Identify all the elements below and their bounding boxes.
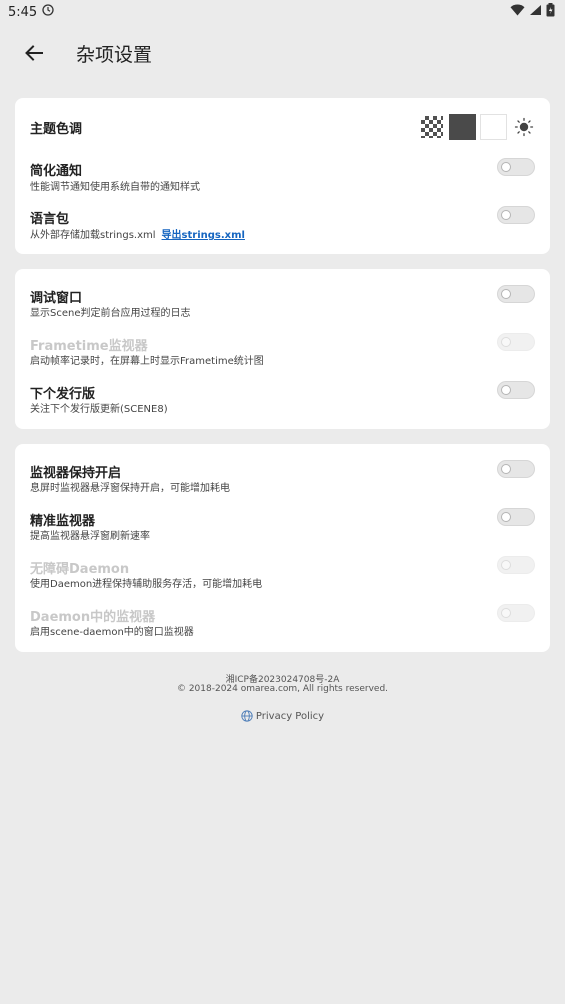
page-title: 杂项设置 bbox=[76, 43, 153, 66]
next-release-row[interactable]: 下个发行版 关注下个发行版更新(SCENE8) bbox=[15, 381, 550, 429]
precise-monitor-row[interactable]: 精准监视器 提高监视器悬浮窗刷新速率 bbox=[15, 508, 550, 556]
export-strings-link[interactable]: 导出strings.xml bbox=[162, 230, 245, 241]
simple-notify-row[interactable]: 简化通知 性能调节通知使用系统自带的通知样式 bbox=[15, 156, 550, 204]
lang-pack-desc: 从外部存储加载strings.xml bbox=[30, 230, 156, 241]
wifi-icon bbox=[510, 4, 525, 20]
keep-monitor-desc: 息屏时监视器悬浮窗保持开启，可能增加耗电 bbox=[30, 483, 230, 494]
settings-card-debug: 调试窗口 显示Scene判定前台应用过程的日志 Frametime监视器 启动帧… bbox=[15, 269, 550, 429]
daemon-monitor-row[interactable]: Daemon中的监视器 启用scene-daemon中的窗口监视器 bbox=[15, 604, 550, 652]
back-button[interactable] bbox=[10, 29, 58, 77]
accessibility-daemon-switch[interactable] bbox=[497, 556, 535, 574]
theme-swatches bbox=[421, 114, 535, 140]
debug-window-switch[interactable] bbox=[497, 285, 535, 303]
next-release-desc: 关注下个发行版更新(SCENE8) bbox=[30, 404, 168, 415]
theme-row: 主题色调 bbox=[15, 98, 550, 156]
copyright-text: © 2018-2024 omarea.com, All rights reser… bbox=[176, 684, 389, 694]
theme-title: 主题色调 bbox=[30, 122, 83, 137]
precise-monitor-switch[interactable] bbox=[497, 508, 535, 526]
sun-icon[interactable] bbox=[513, 116, 535, 138]
globe-icon bbox=[241, 710, 253, 722]
status-bar: 5:45 bbox=[0, 0, 565, 24]
accessibility-daemon-desc: 使用Daemon进程保持辅助服务存活，可能增加耗电 bbox=[30, 579, 263, 590]
debug-window-desc: 显示Scene判定前台应用过程的日志 bbox=[30, 308, 191, 319]
light-theme-swatch[interactable] bbox=[480, 114, 507, 140]
transparent-theme-swatch[interactable] bbox=[421, 116, 443, 138]
lang-pack-title: 语言包 bbox=[30, 212, 70, 227]
accessibility-daemon-row[interactable]: 无障碍Daemon 使用Daemon进程保持辅助服务存活，可能增加耗电 bbox=[15, 556, 550, 604]
lang-pack-desc-line: 从外部存储加载strings.xml 导出strings.xml bbox=[30, 226, 245, 241]
keep-monitor-switch[interactable] bbox=[497, 460, 535, 478]
signal-icon bbox=[529, 4, 542, 20]
privacy-policy-link[interactable]: Privacy Policy bbox=[0, 710, 565, 722]
frametime-desc: 启动帧率记录时，在屏幕上时显示Frametime统计图 bbox=[30, 356, 264, 367]
app-bar: 杂项设置 bbox=[0, 24, 565, 82]
lang-pack-switch[interactable] bbox=[497, 206, 535, 224]
keep-monitor-row[interactable]: 监视器保持开启 息屏时监视器悬浮窗保持开启，可能增加耗电 bbox=[15, 460, 550, 508]
settings-card-monitor: 监视器保持开启 息屏时监视器悬浮窗保持开启，可能增加耗电 精准监视器 提高监视器… bbox=[15, 444, 550, 652]
next-release-switch[interactable] bbox=[497, 381, 535, 399]
daemon-monitor-desc: 启用scene-daemon中的窗口监视器 bbox=[30, 627, 194, 638]
frametime-switch[interactable] bbox=[497, 333, 535, 351]
privacy-policy-label: Privacy Policy bbox=[255, 710, 325, 722]
arrow-back-icon bbox=[25, 45, 43, 61]
simple-notify-switch[interactable] bbox=[497, 158, 535, 176]
daemon-monitor-switch[interactable] bbox=[497, 604, 535, 622]
clock-icon bbox=[42, 4, 54, 20]
simple-notify-title: 简化通知 bbox=[30, 164, 83, 179]
frametime-row[interactable]: Frametime监视器 启动帧率记录时，在屏幕上时显示Frametime统计图 bbox=[15, 333, 550, 381]
status-time: 5:45 bbox=[8, 4, 38, 20]
simple-notify-desc: 性能调节通知使用系统自带的通知样式 bbox=[30, 182, 200, 193]
debug-window-row[interactable]: 调试窗口 显示Scene判定前台应用过程的日志 bbox=[15, 285, 550, 333]
settings-card-general: 主题色调 简化通知 性能调节通知使用系统自带的通知样式 语言包 从外部存储加载s… bbox=[15, 98, 550, 254]
dark-theme-swatch[interactable] bbox=[449, 114, 476, 140]
precise-monitor-desc: 提高监视器悬浮窗刷新速率 bbox=[30, 531, 150, 542]
lang-pack-row[interactable]: 语言包 从外部存储加载strings.xml 导出strings.xml bbox=[15, 204, 550, 254]
battery-icon bbox=[546, 3, 555, 21]
